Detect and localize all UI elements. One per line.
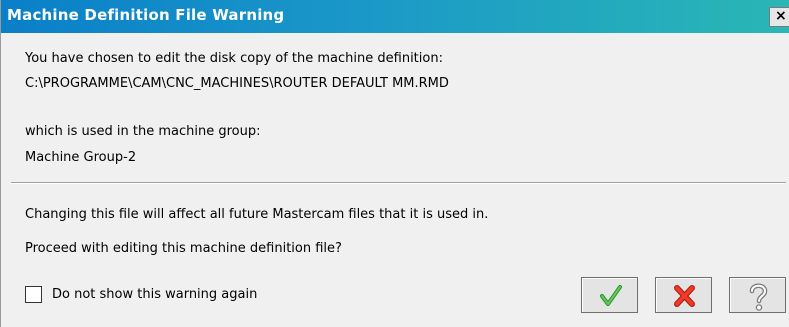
dialog-title: Machine Definition File Warning bbox=[7, 6, 285, 24]
machine-group-name: Machine Group-2 bbox=[25, 150, 137, 165]
machine-definition-warning-dialog: Machine Definition File Warning × You ha… bbox=[0, 0, 789, 327]
title-bar[interactable]: Machine Definition File Warning × bbox=[1, 0, 789, 33]
ok-button[interactable] bbox=[581, 277, 638, 313]
help-button[interactable] bbox=[729, 277, 786, 313]
close-button[interactable]: × bbox=[769, 7, 789, 27]
question-icon bbox=[749, 283, 768, 311]
do-not-show-checkbox[interactable] bbox=[25, 286, 42, 303]
x-icon bbox=[674, 285, 695, 307]
message-line-machine-group: which is used in the machine group: bbox=[25, 124, 261, 139]
divider bbox=[11, 182, 786, 184]
do-not-show-label[interactable]: Do not show this warning again bbox=[52, 287, 257, 302]
cancel-button[interactable] bbox=[655, 277, 712, 313]
machine-definition-path: C:\PROGRAMME\CAM\CNC_MACHINES\ROUTER DEF… bbox=[25, 76, 449, 91]
checkmark-icon bbox=[600, 285, 622, 306]
message-line-edit-disk-copy: You have chosen to edit the disk copy of… bbox=[25, 51, 443, 66]
proceed-question: Proceed with editing this machine defini… bbox=[25, 241, 342, 256]
message-line-affects-files: Changing this file will affect all futur… bbox=[25, 207, 489, 222]
